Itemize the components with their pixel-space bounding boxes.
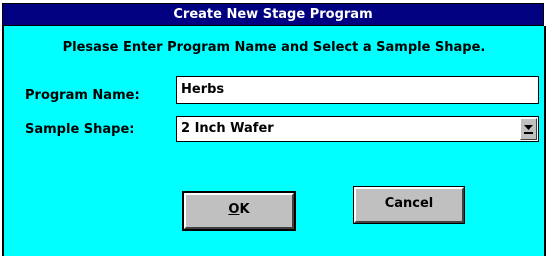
program-name-label: Program Name: (25, 88, 140, 103)
chevron-down-icon (524, 125, 533, 134)
ok-button-accelerator: O (228, 202, 240, 217)
instruction-text: Plesase Enter Program Name and Select a … (62, 40, 486, 55)
sample-shape-select[interactable]: 2 Inch Wafer (176, 116, 539, 142)
sample-shape-dropdown-button[interactable] (520, 118, 537, 140)
program-name-input[interactable]: Herbs (176, 76, 539, 104)
ok-button-label: K (239, 202, 250, 217)
dialog-client-area: Plesase Enter Program Name and Select a … (2, 26, 546, 256)
create-stage-program-dialog: Create New Stage Program Plesase Enter P… (0, 0, 552, 256)
sample-shape-selected-value: 2 Inch Wafer (181, 121, 274, 136)
ok-button[interactable]: OK (182, 191, 296, 231)
sample-shape-label: Sample Shape: (25, 122, 135, 137)
title-bar[interactable]: Create New Stage Program (2, 3, 544, 26)
dialog-title: Create New Stage Program (173, 7, 373, 22)
cancel-button[interactable]: Cancel (353, 186, 465, 224)
